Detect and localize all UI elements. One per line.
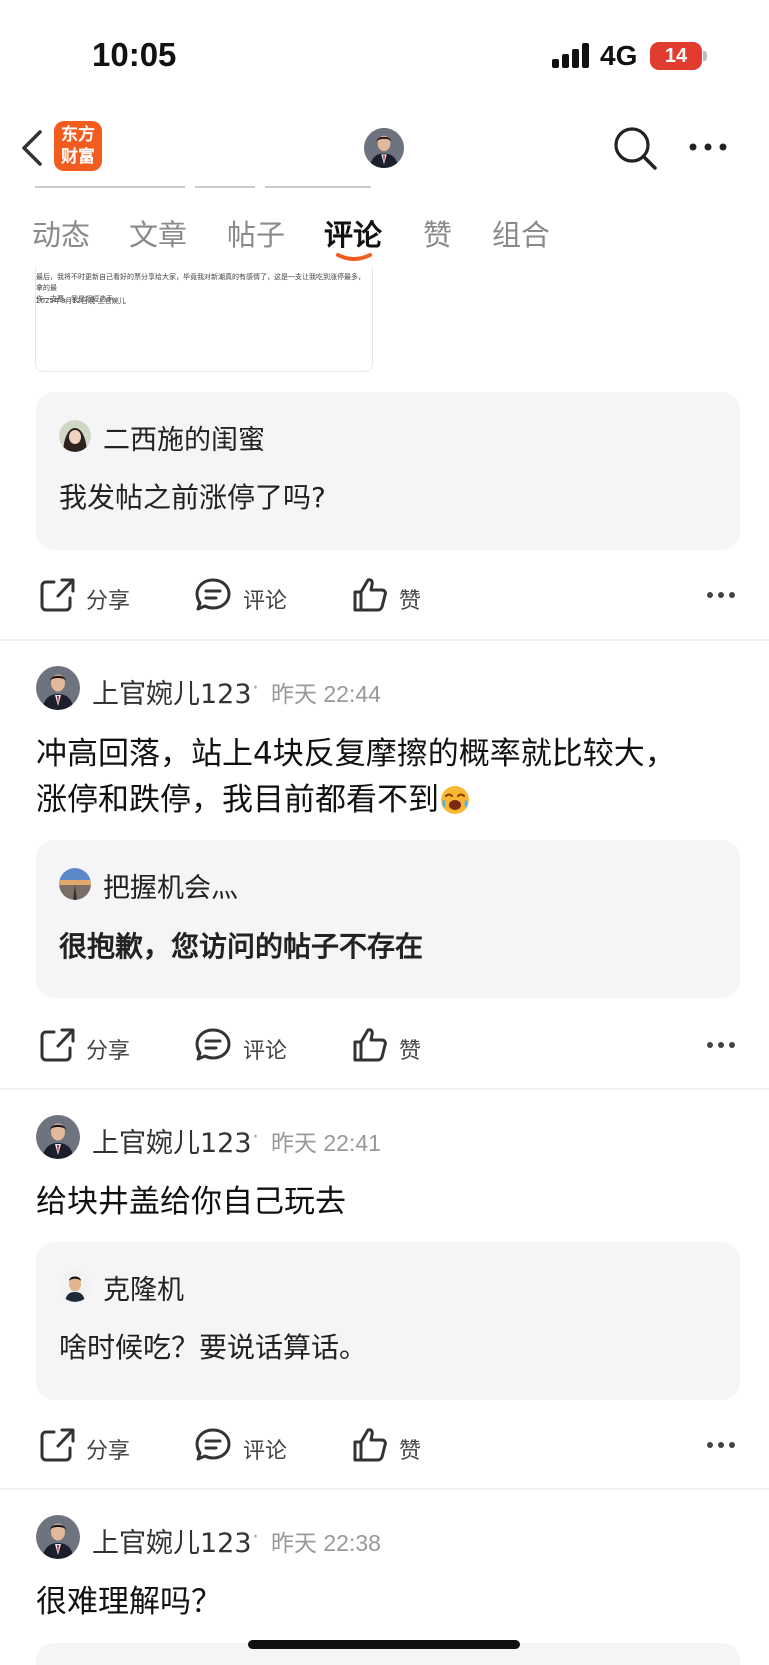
comment-icon[interactable] <box>194 1026 232 1064</box>
preview-date: 2025年8月12日晚-上官婉儿 <box>36 297 126 305</box>
back-icon[interactable] <box>16 128 52 168</box>
comment-label[interactable]: 评论 <box>243 583 287 615</box>
share-label[interactable]: 分享 <box>86 1433 130 1465</box>
comment-user-name[interactable]: 上官婉儿123 <box>92 1121 252 1160</box>
comment-user-name[interactable]: 上官婉儿123 <box>92 1521 252 1560</box>
comment-icon[interactable] <box>194 576 232 614</box>
search-icon[interactable] <box>612 125 658 171</box>
preview-top-fragment <box>35 186 371 188</box>
share-label[interactable]: 分享 <box>86 583 130 615</box>
more-icon[interactable] <box>706 1041 736 1049</box>
comment-time: 昨天 22:38 <box>271 1530 381 1556</box>
crying-laugh-emoji-icon <box>441 786 469 814</box>
home-indicator <box>248 1640 520 1649</box>
avatar[interactable] <box>59 868 91 900</box>
logo-line2: 财富 <box>61 147 95 167</box>
like-icon[interactable] <box>351 1426 389 1464</box>
quoted-user-name[interactable]: 二西施的闺蜜 <box>103 418 265 457</box>
avatar[interactable] <box>36 1115 80 1159</box>
like-icon[interactable] <box>351 1026 389 1064</box>
profile-avatar[interactable] <box>364 128 404 168</box>
comment-text-line: 涨停和跌停，我目前都看不到 <box>36 782 439 818</box>
share-icon[interactable] <box>38 1426 76 1464</box>
network-type: 4G <box>600 40 638 71</box>
tab-posts[interactable]: 帖子 <box>227 212 285 254</box>
avatar[interactable] <box>36 1515 80 1559</box>
comment-icon[interactable] <box>194 1426 232 1464</box>
comment-time: 昨天 22:44 <box>271 681 381 707</box>
divider <box>0 639 769 641</box>
divider <box>0 1488 769 1490</box>
quoted-user-name[interactable]: 克隆机 <box>103 1268 184 1307</box>
share-icon[interactable] <box>38 576 76 614</box>
comment-label[interactable]: 评论 <box>243 1433 287 1465</box>
signal-icon <box>552 42 592 68</box>
share-icon[interactable] <box>38 1026 76 1064</box>
like-label[interactable]: 赞 <box>399 1433 421 1465</box>
comment-time: 昨天 22:41 <box>271 1130 381 1156</box>
status-time: 10:05 <box>92 36 177 73</box>
like-label[interactable]: 赞 <box>399 583 421 615</box>
more-icon[interactable] <box>706 1441 736 1449</box>
quoted-post[interactable] <box>36 840 740 998</box>
tab-active-indicator <box>336 253 372 261</box>
comment-user-name[interactable]: 上官婉儿123 <box>92 672 252 711</box>
quoted-text: 啥时候吃？要说话算话。 <box>59 1331 368 1364</box>
tab-portfolio[interactable]: 组合 <box>492 212 550 254</box>
quoted-post[interactable] <box>36 1242 740 1400</box>
quoted-post[interactable] <box>36 392 740 550</box>
comment-text-line: 很难理解吗？ <box>36 1584 222 1620</box>
quoted-user-name[interactable]: 把握机会灬 <box>103 866 238 905</box>
quoted-text: 很抱歉，您访问的帖子不存在 <box>59 930 424 963</box>
more-icon[interactable] <box>688 140 728 154</box>
avatar[interactable] <box>36 666 80 710</box>
battery-icon: 14 <box>650 42 702 70</box>
divider <box>0 1088 769 1090</box>
tab-articles[interactable]: 文章 <box>129 212 187 254</box>
comment-label[interactable]: 评论 <box>243 1033 287 1065</box>
like-icon[interactable] <box>351 576 389 614</box>
dot-separator: · <box>252 1525 259 1550</box>
comment-text-line-2: 涨停和跌停，我目前都看不到 <box>36 773 471 827</box>
share-label[interactable]: 分享 <box>86 1033 130 1065</box>
tab-comments[interactable]: 评论 <box>324 212 382 254</box>
more-icon[interactable] <box>706 591 736 599</box>
comment-text-line: 给块井盖给你自己玩去 <box>36 1184 346 1220</box>
like-label[interactable]: 赞 <box>399 1033 421 1065</box>
battery-tip <box>703 51 707 61</box>
tab-likes[interactable]: 赞 <box>423 212 452 254</box>
tab-dynamics[interactable]: 动态 <box>32 212 90 254</box>
dot-separator: · <box>252 676 259 701</box>
avatar[interactable] <box>59 1270 91 1302</box>
eastmoney-logo[interactable]: 东方 财富 <box>54 121 102 171</box>
preview-line1: 最后，我将不时更新自己看好的票分享给大家，毕竟我对新潮真的有感情了，这是一支让我… <box>36 273 365 292</box>
dot-separator: · <box>252 1125 259 1150</box>
avatar[interactable] <box>59 420 91 452</box>
logo-line1: 东方 <box>61 125 95 145</box>
quoted-text: 我发帖之前涨停了吗? <box>59 481 326 514</box>
